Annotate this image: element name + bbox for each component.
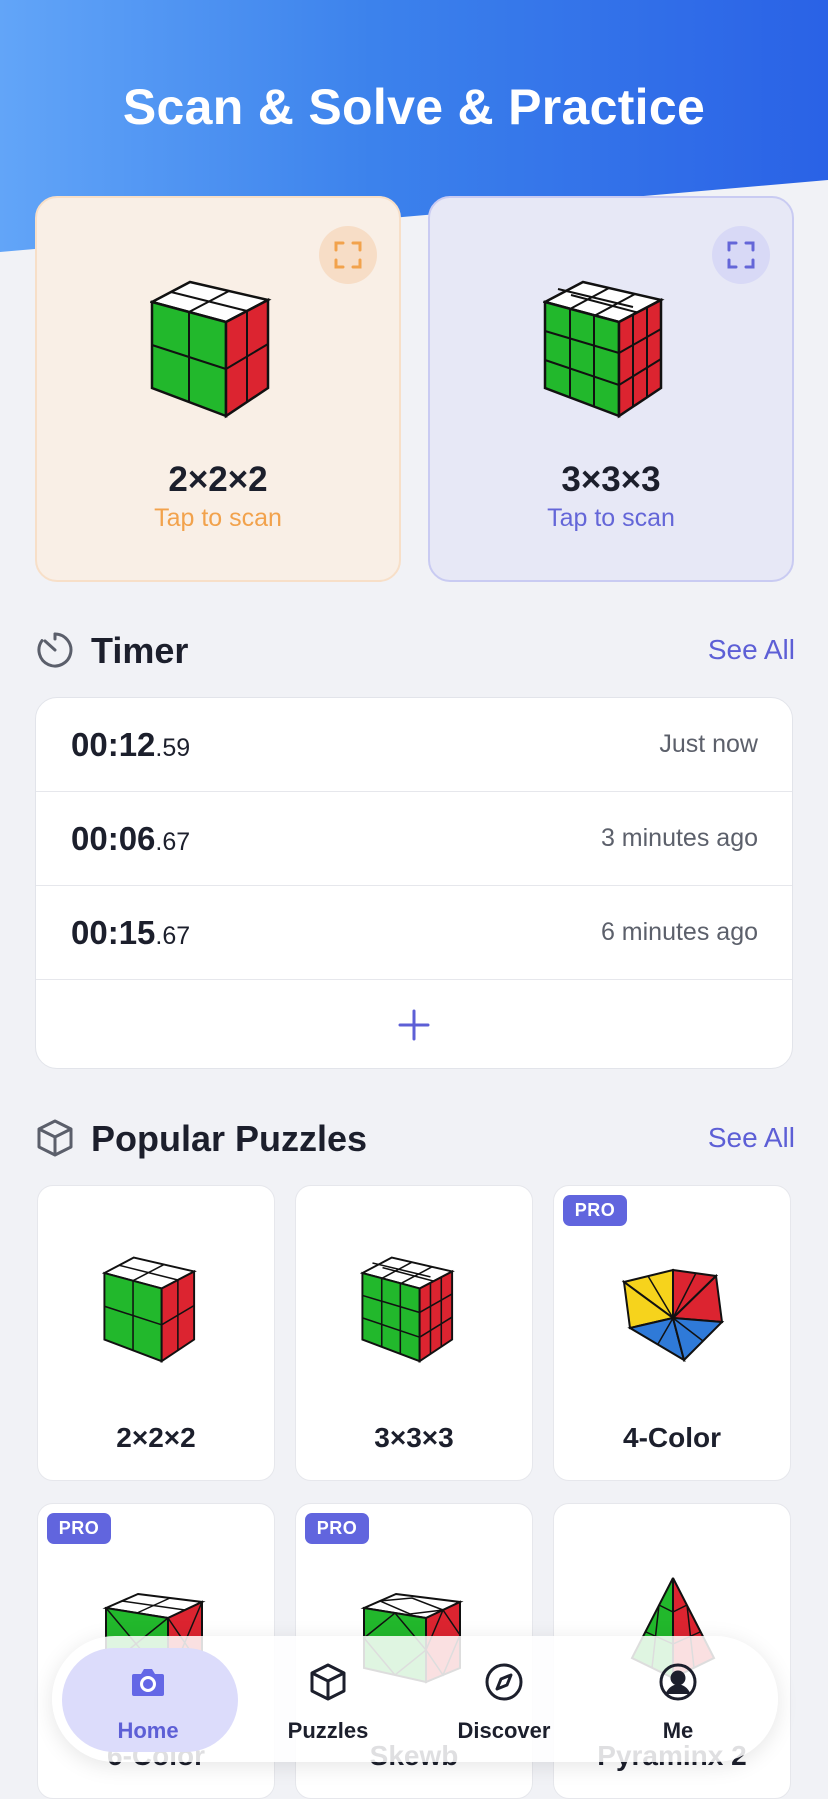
tab-me[interactable]: Me bbox=[592, 1636, 764, 1762]
popular-section-header: Popular Puzzles See All bbox=[35, 1114, 795, 1160]
scan-card-subtitle: Tap to scan bbox=[154, 504, 282, 532]
tab-label: Puzzles bbox=[287, 1718, 369, 1743]
puzzle-name: 4-Color bbox=[623, 1422, 721, 1453]
timer-row[interactable]: 00:15.67 6 minutes ago bbox=[36, 886, 792, 980]
timer-value: 00:06.67 bbox=[71, 820, 191, 857]
profile-icon bbox=[659, 1663, 697, 1701]
pro-badge: PRO bbox=[47, 1513, 111, 1544]
timer-section-header: Timer See All bbox=[35, 626, 795, 672]
cube-outline-icon bbox=[37, 1119, 73, 1157]
scan-card-title: 2×2×2 bbox=[168, 460, 268, 499]
compass-icon bbox=[485, 1663, 523, 1701]
popular-see-all-link[interactable]: See All bbox=[708, 1122, 795, 1154]
puzzle-card-2x2[interactable]: 2×2×2 bbox=[37, 1185, 275, 1481]
puzzle-card-4-color[interactable]: PRO 4-Color bbox=[553, 1185, 791, 1481]
cube-icon bbox=[310, 1663, 346, 1701]
scan-frame-icon[interactable] bbox=[712, 226, 770, 284]
cube-3x3-icon bbox=[360, 1256, 455, 1363]
timer-value: 00:12.59 bbox=[71, 726, 191, 763]
cube-3x3-icon bbox=[543, 280, 665, 419]
timer-list: 00:12.59 Just now 00:06.67 3 minutes ago… bbox=[35, 697, 793, 1069]
scan-card-subtitle: Tap to scan bbox=[547, 504, 675, 532]
puzzle-name: 2×2×2 bbox=[116, 1422, 196, 1453]
timer-timestamp: Just now bbox=[659, 730, 758, 758]
section-title: Timer bbox=[91, 630, 189, 671]
puzzle-card-3x3[interactable]: 3×3×3 bbox=[295, 1185, 533, 1481]
page-title: Scan & Solve & Practice bbox=[122, 79, 706, 135]
timer-row[interactable]: 00:06.67 3 minutes ago bbox=[36, 792, 792, 886]
pro-badge: PRO bbox=[563, 1195, 627, 1226]
cube-2x2-icon bbox=[150, 280, 272, 419]
timer-timestamp: 6 minutes ago bbox=[600, 918, 758, 946]
scan-card-3x3[interactable]: 3×3×3 Tap to scan bbox=[428, 196, 794, 582]
plus-icon bbox=[398, 1009, 430, 1041]
tab-label: Home bbox=[117, 1718, 179, 1743]
scan-frame-icon[interactable] bbox=[319, 226, 377, 284]
timer-row[interactable]: 00:12.59 Just now bbox=[36, 698, 792, 792]
tab-puzzles[interactable]: Puzzles bbox=[242, 1636, 414, 1762]
camera-icon bbox=[132, 1669, 164, 1696]
timer-see-all-link[interactable]: See All bbox=[708, 634, 795, 666]
bottom-tab-bar: Home Puzzles Discover Me bbox=[52, 1636, 778, 1762]
four-color-icon bbox=[621, 1268, 725, 1363]
section-title: Popular Puzzles bbox=[91, 1118, 368, 1159]
timer-timestamp: 3 minutes ago bbox=[600, 824, 758, 852]
pro-badge: PRO bbox=[305, 1513, 369, 1544]
tab-discover[interactable]: Discover bbox=[418, 1636, 590, 1762]
scan-card-title: 3×3×3 bbox=[561, 460, 661, 499]
timer-value: 00:15.67 bbox=[71, 914, 191, 951]
tab-label: Discover bbox=[457, 1718, 551, 1743]
scan-card-2x2[interactable]: 2×2×2 Tap to scan bbox=[35, 196, 401, 582]
puzzle-name: 3×3×3 bbox=[374, 1422, 454, 1453]
add-timer-button[interactable] bbox=[36, 980, 792, 1068]
tab-label: Me bbox=[662, 1718, 694, 1743]
tab-home[interactable]: Home bbox=[52, 1636, 238, 1762]
stopwatch-icon bbox=[37, 632, 73, 668]
cube-2x2-icon bbox=[102, 1256, 197, 1363]
